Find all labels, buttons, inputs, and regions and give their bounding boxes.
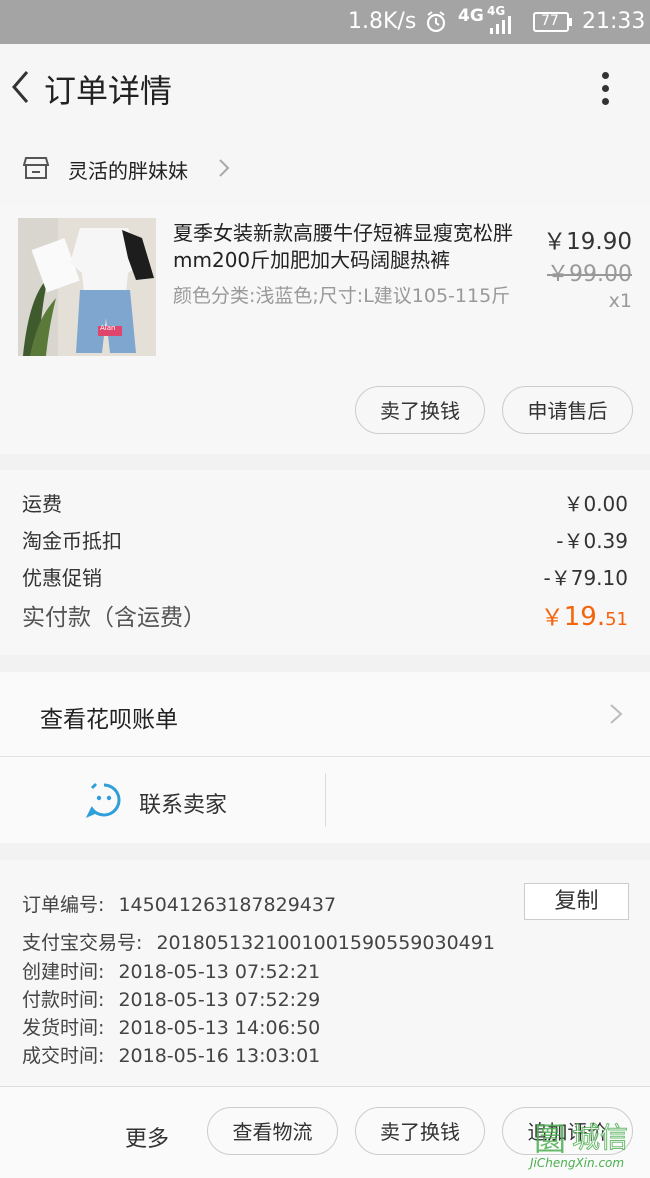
page-title: 订单详情 xyxy=(44,72,173,110)
watermark-url: JiChengXin.com xyxy=(530,1156,625,1170)
after-sales-button[interactable]: 申请售后 xyxy=(502,386,633,434)
huabei-bill-row[interactable]: 查看花呗账单 xyxy=(0,672,650,756)
total-label: 实付款（含运费） xyxy=(22,605,206,631)
divider xyxy=(325,773,326,827)
chevron-right-icon xyxy=(218,158,230,182)
huabei-label: 查看花呗账单 xyxy=(40,707,178,733)
product-price: ￥19.90 xyxy=(543,229,632,255)
store-icon xyxy=(22,155,50,181)
product-original-price: ￥99.00 xyxy=(547,262,632,287)
contact-seller-button[interactable]: 联系卖家 xyxy=(139,787,227,819)
total-integer: 19. xyxy=(563,602,606,632)
info-value: 2018-05-13 14:06:50 xyxy=(118,1017,321,1039)
shop-name: 灵活的胖妹妹 xyxy=(68,159,188,183)
back-arrow-icon[interactable] xyxy=(10,70,30,104)
resell-button[interactable]: 卖了换钱 xyxy=(355,1107,485,1155)
status-bar: 1.8K/s 4G 4G 77 21:33 xyxy=(0,0,650,44)
product-title[interactable]: 夏季女装新款高腰牛仔短裤显瘦宽松胖mm200斤加肥加大码阔腿热裤 xyxy=(173,220,525,274)
copy-button[interactable]: 复制 xyxy=(524,883,629,920)
cost-summary: 运费 ￥0.00 淘金币抵扣 -￥0.39 优惠促销 -￥79.10 实付款（含… xyxy=(0,470,650,655)
cost-value: -￥79.10 xyxy=(543,566,628,590)
alipay-trade-row: 支付宝交易号: 2018051321001001590559030491 xyxy=(22,928,495,955)
order-info: 订单编号: 145041263187829437 复制 支付宝交易号: 2018… xyxy=(0,860,650,1086)
shipping-fee-row: 运费 ￥0.00 xyxy=(22,488,628,517)
coin-deduction-row: 淘金币抵扣 -￥0.39 xyxy=(22,525,628,554)
info-label: 支付宝交易号: xyxy=(22,932,143,954)
total-decimal: 51 xyxy=(605,609,628,630)
cost-label: 运费 xyxy=(22,492,62,516)
total-currency: ￥ xyxy=(540,605,564,631)
info-value: 2018-05-16 13:03:01 xyxy=(118,1045,321,1067)
shop-row[interactable]: 灵活的胖妹妹 xyxy=(0,130,650,206)
product-image[interactable]: Alan xyxy=(18,218,156,356)
chevron-right-icon xyxy=(609,703,623,729)
total-paid-row: 实付款（含运费） ￥19.51 xyxy=(22,598,628,632)
info-label: 订单编号: xyxy=(22,894,105,916)
total-amount: ￥19.51 xyxy=(541,598,628,632)
resell-button[interactable]: 卖了换钱 xyxy=(355,386,485,434)
alarm-icon xyxy=(425,11,447,33)
order-number: 145041263187829437 xyxy=(118,894,337,916)
more-options-icon[interactable] xyxy=(596,72,616,108)
network-4g-label: 4G xyxy=(458,6,484,26)
product-sku: 颜色分类:浅蓝色;尺寸:L建议105-115斤 xyxy=(173,285,511,307)
info-label: 付款时间: xyxy=(22,989,105,1011)
shipped-time-row: 发货时间: 2018-05-13 14:06:50 xyxy=(22,1013,320,1040)
nav-bar: 订单详情 xyxy=(0,44,650,130)
watermark-text: 城信 xyxy=(571,1121,629,1155)
view-logistics-button[interactable]: 查看物流 xyxy=(207,1107,338,1155)
chat-bubble-icon[interactable] xyxy=(85,782,122,818)
signal-icon xyxy=(488,16,516,34)
net-speed: 1.8K/s xyxy=(348,9,417,34)
created-time-row: 创建时间: 2018-05-13 07:52:21 xyxy=(22,957,320,984)
info-label: 创建时间: xyxy=(22,961,105,983)
cost-label: 优惠促销 xyxy=(22,566,102,590)
battery-level: 77 xyxy=(541,13,559,29)
watermark: 圜 城信 JiChengXin.com xyxy=(528,1110,650,1177)
completed-time-row: 成交时间: 2018-05-16 13:03:01 xyxy=(22,1041,320,1068)
cost-value: ￥0.00 xyxy=(563,492,628,516)
watermark-icon: 圜 xyxy=(534,1120,567,1158)
info-value: 2018-05-13 07:52:21 xyxy=(118,961,321,983)
contact-seller-row: 联系卖家 xyxy=(0,757,650,843)
info-value: 2018-05-13 07:52:29 xyxy=(118,989,321,1011)
product-card: Alan 夏季女装新款高腰牛仔短裤显瘦宽松胖mm200斤加肥加大码阔腿热裤 颜色… xyxy=(0,206,650,454)
product-quantity: x1 xyxy=(608,290,632,312)
product-image-tag: Alan xyxy=(100,324,116,332)
more-button[interactable]: 更多 xyxy=(125,1121,169,1153)
cost-value: -￥0.39 xyxy=(556,529,628,553)
info-label: 发货时间: xyxy=(22,1017,105,1039)
cost-label: 淘金币抵扣 xyxy=(22,529,122,553)
clock: 21:33 xyxy=(582,9,646,34)
promotion-row: 优惠促销 -￥79.10 xyxy=(22,562,628,591)
order-number-row: 订单编号: 145041263187829437 xyxy=(22,890,336,917)
info-label: 成交时间: xyxy=(22,1045,105,1067)
alipay-trade-number: 2018051321001001590559030491 xyxy=(156,932,495,954)
paid-time-row: 付款时间: 2018-05-13 07:52:29 xyxy=(22,985,320,1012)
